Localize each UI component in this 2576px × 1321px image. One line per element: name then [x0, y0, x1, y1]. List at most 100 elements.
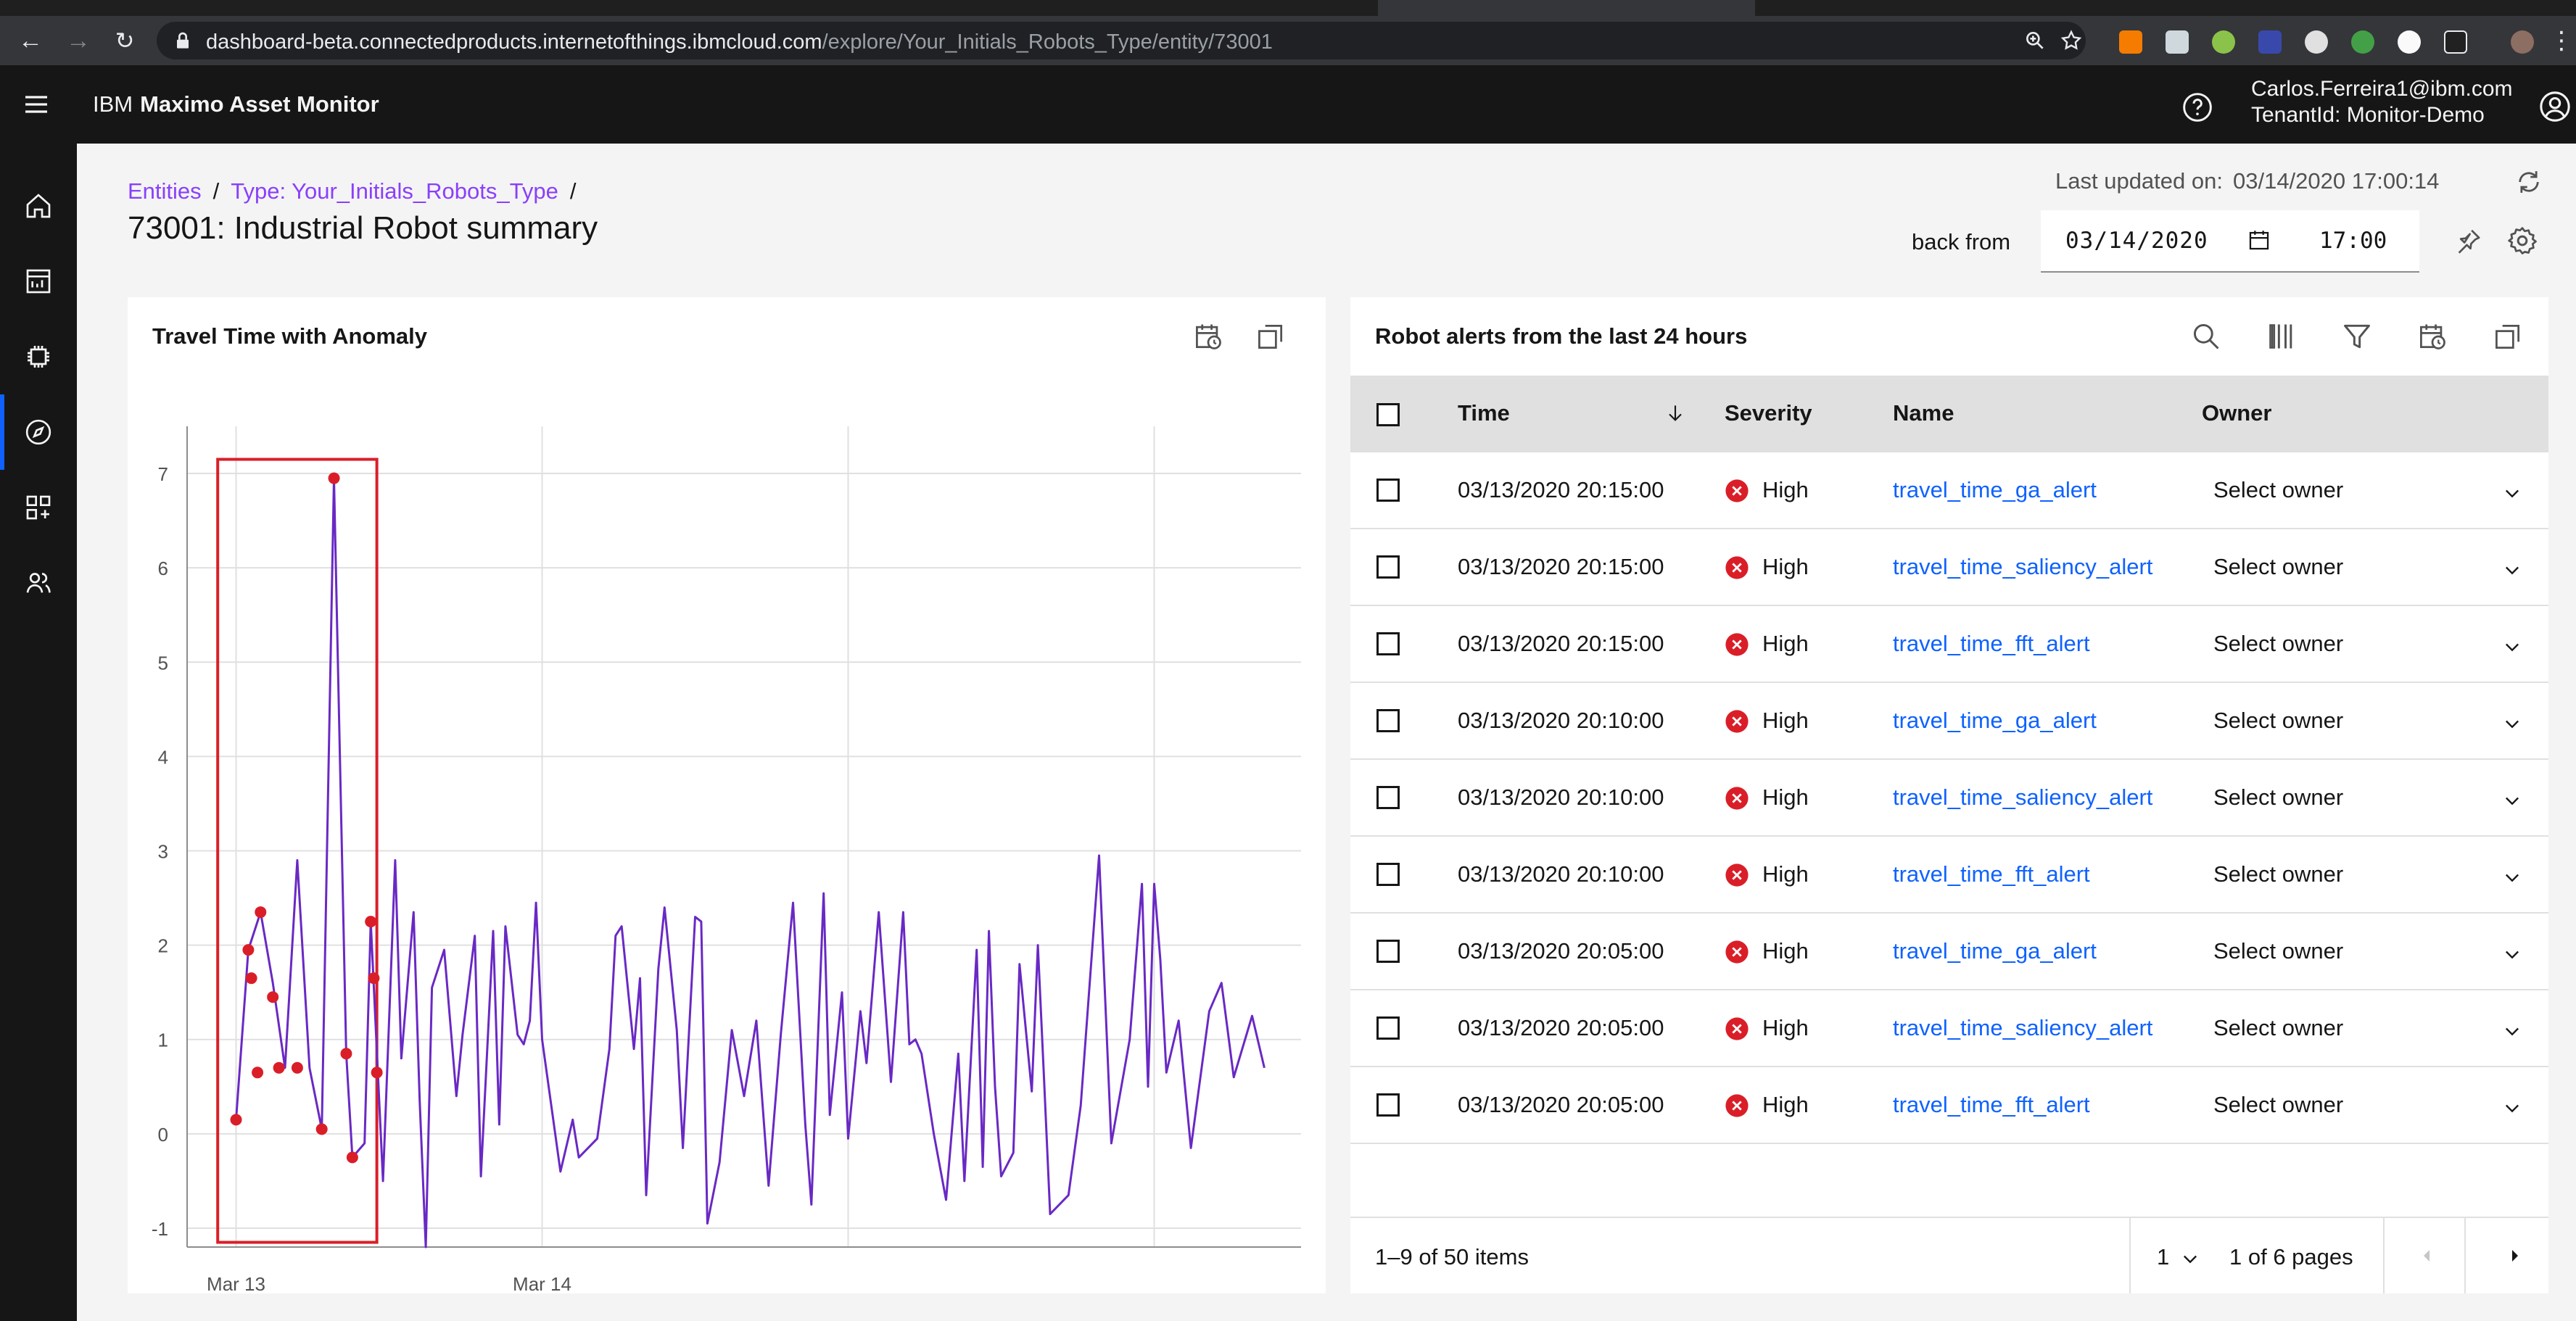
owner-dropdown[interactable]: Select owner: [2213, 1092, 2343, 1118]
extension-icon[interactable]: [2166, 30, 2189, 54]
alert-name-link[interactable]: travel_time_saliency_alert: [1893, 554, 2152, 580]
table-row[interactable]: 03/13/2020 20:05:00 High travel_time_fft_a…: [1350, 1067, 2548, 1144]
browser-menu-icon[interactable]: ⋮: [2547, 26, 2576, 55]
table-row[interactable]: 03/13/2020 20:10:00 High travel_time_ga_al…: [1350, 683, 2548, 760]
calendar-icon[interactable]: [2247, 228, 2271, 252]
row-checkbox[interactable]: [1376, 632, 1400, 655]
anomaly-point[interactable]: [255, 906, 267, 919]
anomaly-point[interactable]: [371, 1067, 383, 1079]
row-checkbox[interactable]: [1376, 555, 1400, 579]
owner-dropdown[interactable]: Select owner: [2213, 784, 2343, 811]
extension-icon[interactable]: [2119, 30, 2142, 54]
column-severity[interactable]: Severity: [1725, 400, 1812, 426]
expand-icon[interactable]: [2492, 320, 2524, 352]
time-input[interactable]: 17:00: [2319, 228, 2387, 254]
anomaly-point[interactable]: [315, 1123, 328, 1135]
reload-icon[interactable]: ↻: [110, 26, 139, 55]
nav-home[interactable]: [0, 168, 77, 244]
extension-icon[interactable]: [2258, 30, 2282, 54]
anomaly-point[interactable]: [340, 1048, 352, 1060]
row-checkbox[interactable]: [1376, 1016, 1400, 1040]
alert-name-link[interactable]: travel_time_fft_alert: [1893, 861, 2090, 887]
settings-gear-icon[interactable]: [2506, 225, 2538, 257]
anomaly-point[interactable]: [245, 972, 257, 985]
row-checkbox[interactable]: [1376, 786, 1400, 809]
app-brand[interactable]: IBM Maximo Asset Monitor: [93, 91, 379, 117]
column-name[interactable]: Name: [1893, 400, 1954, 426]
table-row[interactable]: 03/13/2020 20:05:00 High travel_time_salie…: [1350, 990, 2548, 1067]
help-icon[interactable]: [2181, 91, 2213, 123]
zoom-icon[interactable]: [2023, 29, 2047, 52]
anomaly-point[interactable]: [230, 1114, 242, 1126]
table-row[interactable]: 03/13/2020 20:15:00 High travel_time_ga_al…: [1350, 452, 2548, 529]
chevron-down-icon[interactable]: [2502, 1098, 2522, 1118]
address-bar[interactable]: dashboard-beta.connectedproducts.interne…: [157, 22, 2086, 59]
nav-apps[interactable]: [0, 470, 77, 545]
chevron-down-icon[interactable]: [2502, 867, 2522, 887]
chevron-down-icon[interactable]: [2502, 944, 2522, 964]
breadcrumb-entities[interactable]: Entities: [128, 178, 202, 204]
calendar-clock-icon[interactable]: [1192, 320, 1224, 352]
alert-name-link[interactable]: travel_time_fft_alert: [1893, 1092, 2090, 1118]
bookmark-star-icon[interactable]: [2060, 29, 2083, 52]
row-checkbox[interactable]: [1376, 1093, 1400, 1117]
extension-icon[interactable]: [2212, 30, 2235, 54]
sort-arrow-down-icon[interactable]: [1664, 402, 1687, 425]
chevron-down-icon[interactable]: [2180, 1248, 2200, 1269]
owner-dropdown[interactable]: Select owner: [2213, 631, 2343, 657]
chevron-down-icon[interactable]: [2502, 1021, 2522, 1041]
anomaly-point[interactable]: [252, 1067, 264, 1079]
profile-avatar[interactable]: [2511, 30, 2534, 54]
chevron-down-icon[interactable]: [2502, 637, 2522, 657]
nav-explore[interactable]: [0, 394, 77, 470]
alert-name-link[interactable]: travel_time_saliency_alert: [1893, 784, 2152, 811]
anomaly-point[interactable]: [242, 944, 255, 956]
table-row[interactable]: 03/13/2020 20:15:00 High travel_time_fft_a…: [1350, 606, 2548, 683]
table-row[interactable]: 03/13/2020 20:15:00 High travel_time_salie…: [1350, 529, 2548, 606]
browser-active-tab[interactable]: [1378, 0, 1755, 16]
nav-devices[interactable]: [0, 319, 77, 394]
alert-name-link[interactable]: travel_time_fft_alert: [1893, 631, 2090, 657]
owner-dropdown[interactable]: Select owner: [2213, 861, 2343, 887]
expand-icon[interactable]: [1255, 320, 1287, 352]
extension-icon[interactable]: [2305, 30, 2328, 54]
chevron-down-icon[interactable]: [2502, 560, 2522, 580]
filter-icon[interactable]: [2341, 320, 2373, 352]
anomaly-point[interactable]: [346, 1151, 358, 1164]
columns-icon[interactable]: [2266, 320, 2298, 352]
anomaly-point[interactable]: [365, 916, 377, 928]
owner-dropdown[interactable]: Select owner: [2213, 554, 2343, 580]
travel-time-series-line[interactable]: [235, 477, 1266, 1248]
row-checkbox[interactable]: [1376, 863, 1400, 886]
table-row[interactable]: 03/13/2020 20:10:00 High travel_time_salie…: [1350, 760, 2548, 837]
extension-icon[interactable]: [2444, 30, 2467, 54]
anomaly-point[interactable]: [273, 1061, 285, 1074]
alert-name-link[interactable]: travel_time_ga_alert: [1893, 708, 2097, 734]
anomaly-point[interactable]: [267, 991, 279, 1003]
nav-dashboard[interactable]: [0, 244, 77, 319]
anomaly-point[interactable]: [328, 472, 340, 484]
column-time[interactable]: Time: [1458, 400, 1510, 426]
chevron-down-icon[interactable]: [2502, 483, 2522, 503]
column-owner[interactable]: Owner: [2202, 400, 2271, 426]
page-select[interactable]: 1: [2157, 1244, 2169, 1270]
calendar-clock-icon[interactable]: [2416, 320, 2448, 352]
owner-dropdown[interactable]: Select owner: [2213, 938, 2343, 964]
chevron-down-icon[interactable]: [2502, 713, 2522, 734]
user-avatar-icon[interactable]: [2538, 90, 2572, 123]
date-time-picker[interactable]: 03/14/2020 17:00: [2041, 210, 2419, 273]
anomaly-point[interactable]: [368, 972, 380, 985]
table-row[interactable]: 03/13/2020 20:10:00 High travel_time_fft_a…: [1350, 837, 2548, 914]
date-input[interactable]: 03/14/2020: [2065, 228, 2208, 254]
previous-page-icon[interactable]: [2415, 1244, 2438, 1267]
row-checkbox[interactable]: [1376, 479, 1400, 502]
alert-name-link[interactable]: travel_time_ga_alert: [1893, 938, 2097, 964]
breadcrumb-type[interactable]: Type: Your_Initials_Robots_Type: [231, 178, 558, 204]
extension-icon[interactable]: [2398, 30, 2421, 54]
row-checkbox[interactable]: [1376, 940, 1400, 963]
forward-arrow-icon[interactable]: →: [64, 26, 93, 55]
hamburger-menu-icon[interactable]: [22, 90, 51, 119]
alert-name-link[interactable]: travel_time_ga_alert: [1893, 477, 2097, 503]
owner-dropdown[interactable]: Select owner: [2213, 1015, 2343, 1041]
back-arrow-icon[interactable]: ←: [16, 26, 45, 55]
